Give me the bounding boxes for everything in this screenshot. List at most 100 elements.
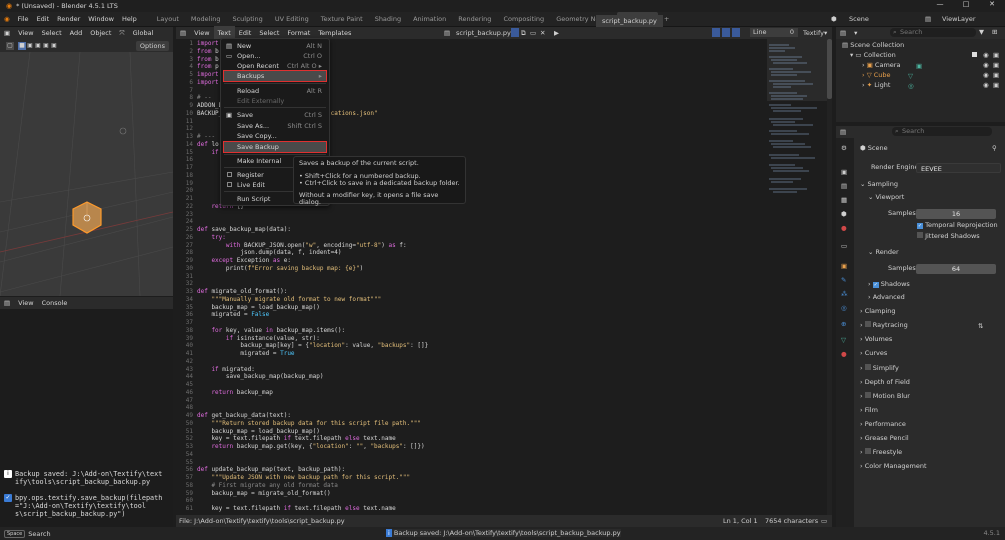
- menu-item-open-recent[interactable]: Open Recent Ctrl Alt O ▸: [224, 61, 326, 71]
- menu-item-save-as[interactable]: Save As... Shift Ctrl S: [224, 121, 326, 131]
- temporal-reprojection-option[interactable]: ✓ Temporal Reprojection: [917, 220, 998, 231]
- menu-item-new[interactable]: ▤ New Alt N: [224, 41, 326, 51]
- panel-film[interactable]: › Film: [860, 405, 878, 416]
- eye-icon[interactable]: ◉: [983, 71, 989, 79]
- checked-checkbox[interactable]: ✓: [917, 223, 923, 229]
- mode-extend-icon[interactable]: ▣: [26, 42, 34, 50]
- orientation-selector[interactable]: Global: [129, 26, 158, 41]
- modifier-tab-icon[interactable]: ✎: [841, 276, 846, 284]
- data-tab-icon[interactable]: ▽: [841, 336, 846, 344]
- 3d-viewport[interactable]: ▢ ■ ▣ ▣ ▣ ▣ Options: [0, 40, 173, 296]
- register-checkbox[interactable]: [227, 172, 232, 177]
- unchecked-checkbox[interactable]: [864, 448, 871, 454]
- mode-intersect-icon[interactable]: ▣: [50, 42, 58, 50]
- render-samples-field[interactable]: 64: [916, 264, 996, 274]
- material-tab-icon[interactable]: ●: [841, 350, 847, 358]
- line-numbers-toggle[interactable]: [712, 28, 720, 37]
- view-layer-tab-icon[interactable]: ▦: [841, 196, 847, 204]
- menu-help[interactable]: Help: [118, 12, 141, 27]
- unchecked-checkbox[interactable]: [917, 232, 923, 238]
- camera-restrict-icon[interactable]: ▣: [993, 81, 999, 89]
- new-collection-icon[interactable]: ⊞: [992, 28, 997, 36]
- outliner-search-input[interactable]: ⌕ Search: [890, 28, 976, 37]
- jittered-shadows-option[interactable]: Jittered Shadows: [917, 231, 980, 242]
- tab-animation[interactable]: Animation: [407, 12, 452, 27]
- subpanel-shadows[interactable]: › ✓ Shadows: [868, 279, 910, 290]
- editor-scrollbar[interactable]: [827, 39, 832, 515]
- unlink-icon[interactable]: ✕: [540, 29, 545, 37]
- viewport-menu-add[interactable]: Add: [66, 26, 87, 41]
- constraints-tab-icon[interactable]: ⊕: [841, 320, 846, 328]
- duplicate-icon[interactable]: ⧉: [521, 29, 526, 38]
- unchecked-checkbox[interactable]: [864, 392, 871, 398]
- menu-render[interactable]: Render: [53, 12, 84, 27]
- fake-user-icon[interactable]: [511, 28, 519, 37]
- particles-tab-icon[interactable]: ⁂: [841, 290, 848, 298]
- panel-motion-blur[interactable]: › Motion Blur: [860, 391, 910, 402]
- menu-edit[interactable]: Edit: [33, 12, 54, 27]
- menu-window[interactable]: Window: [84, 12, 118, 27]
- tab-compositing[interactable]: Compositing: [497, 12, 550, 27]
- menu-item-open[interactable]: ▭ Open... Ctrl O: [224, 51, 326, 61]
- mode-new-icon[interactable]: ■: [18, 42, 26, 50]
- properties-panel[interactable]: ⬢ Scene ⚲ Render Engine EEVEE ⌄ Sampling…: [854, 138, 1005, 527]
- viewport-samples-field[interactable]: 16: [916, 209, 996, 219]
- outliner-item-cube[interactable]: › ▽ Cube: [862, 71, 891, 80]
- viewport-menu-select[interactable]: Select: [38, 26, 66, 41]
- tab-layout[interactable]: Layout: [151, 12, 185, 27]
- collection-tab-icon[interactable]: ▭: [841, 242, 847, 250]
- folder-icon[interactable]: ▭: [821, 517, 827, 525]
- tab-uv-editing[interactable]: UV Editing: [269, 12, 315, 27]
- panel-simplify[interactable]: › Simplify: [860, 363, 899, 374]
- menu-item-save-copy[interactable]: Save Copy...: [224, 131, 326, 141]
- outliner-item-camera[interactable]: › ▣ Camera: [862, 61, 900, 70]
- tab-rendering[interactable]: Rendering: [452, 12, 497, 27]
- minimize-button[interactable]: —: [927, 0, 953, 12]
- object-tab-icon[interactable]: ▣: [841, 262, 847, 270]
- physics-tab-icon[interactable]: ◎: [841, 304, 847, 312]
- panel-curves[interactable]: › Curves: [860, 348, 887, 359]
- camera-restrict-icon[interactable]: ▣: [993, 51, 999, 59]
- panel-sampling[interactable]: ⌄ Sampling: [860, 179, 898, 190]
- open-icon[interactable]: ▭: [530, 29, 536, 37]
- tool-tab-icon[interactable]: ⚙: [841, 144, 847, 152]
- info-console[interactable]: i Backup saved: J:\Add-on\Textify\text i…: [0, 309, 173, 527]
- outliner[interactable]: ▤ Scene Collection ▾ ▭ Collection › ▣ Ca…: [836, 39, 1005, 122]
- select-box-icon[interactable]: ▢: [6, 42, 14, 50]
- word-wrap-toggle[interactable]: [722, 28, 730, 37]
- tab-modeling[interactable]: Modeling: [185, 12, 227, 27]
- eye-icon[interactable]: ◉: [983, 81, 989, 89]
- live-edit-checkbox[interactable]: [227, 182, 232, 187]
- panel-raytracing[interactable]: › Raytracing: [860, 320, 908, 331]
- viewport-menu-object[interactable]: Object: [86, 26, 115, 41]
- mode-invert-icon[interactable]: ▣: [42, 42, 50, 50]
- panel-freestyle[interactable]: › Freestyle: [860, 447, 902, 458]
- properties-search-input[interactable]: ⌕ Search: [892, 127, 992, 136]
- editor-type-icon[interactable]: ▣: [0, 26, 14, 41]
- code-minimap[interactable]: [767, 39, 827, 515]
- tab-script-backup[interactable]: script_backup.py: [596, 15, 663, 27]
- panel-clamping[interactable]: › Clamping: [860, 306, 896, 317]
- subpanel-render[interactable]: ⌄ Render: [868, 247, 899, 258]
- mode-subtract-icon[interactable]: ▣: [34, 42, 42, 50]
- outliner-item-light[interactable]: › ✦ Light: [862, 81, 890, 90]
- scene-tab-icon[interactable]: ⬢: [841, 210, 847, 218]
- render-engine-dropdown[interactable]: EEVEE: [916, 163, 1001, 173]
- filter-icon[interactable]: ▼: [979, 28, 984, 36]
- raytracing-settings-icon[interactable]: ⇅: [978, 322, 983, 330]
- menu-item-save-backup[interactable]: Save Backup: [223, 141, 327, 153]
- close-button[interactable]: ✕: [979, 0, 1005, 12]
- subpanel-advanced[interactable]: › Advanced: [868, 292, 905, 303]
- menu-item-save[interactable]: ▣ Save Ctrl S: [224, 110, 326, 120]
- run-script-icon[interactable]: ▶: [554, 29, 559, 37]
- tab-sculpting[interactable]: Sculpting: [226, 12, 268, 27]
- scene-selector[interactable]: Scene: [849, 15, 869, 23]
- textify-menu[interactable]: Textify: [803, 29, 824, 37]
- tab-texture-paint[interactable]: Texture Paint: [315, 12, 369, 27]
- view-layer-selector[interactable]: ViewLayer: [942, 15, 976, 23]
- subpanel-viewport[interactable]: ⌄ Viewport: [868, 192, 904, 203]
- output-tab-icon[interactable]: ▤: [841, 182, 847, 190]
- text-datablock-name[interactable]: script_backup.py: [456, 29, 511, 37]
- viewport-menu-view[interactable]: View: [14, 26, 37, 41]
- checked-checkbox[interactable]: ✓: [872, 282, 879, 288]
